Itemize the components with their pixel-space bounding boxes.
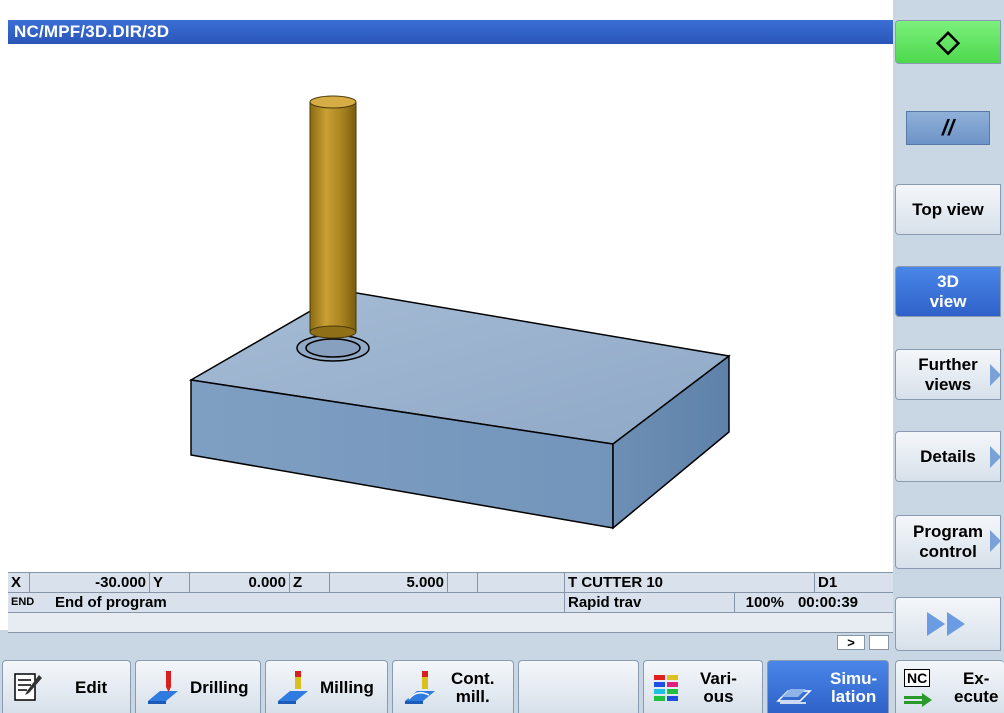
contour-milling-label-line2: mill.	[455, 686, 490, 706]
drilling-softkey[interactable]: Drilling	[135, 660, 261, 713]
edit-softkey[interactable]: Edit	[2, 660, 131, 713]
simulation-label: Simu- lation	[830, 661, 877, 713]
contour-milling-softkey[interactable]: Cont. mill.	[392, 660, 514, 713]
execute-label-line1: Ex-	[962, 668, 990, 688]
milling-label: Milling	[320, 677, 374, 697]
x-axis-label: X	[8, 573, 30, 592]
z-axis-label: Z	[290, 573, 330, 592]
execute-label: Ex- ecute	[954, 661, 998, 713]
y-axis-label: Y	[150, 573, 190, 592]
status-spacer	[448, 573, 478, 592]
top-strip	[0, 0, 1004, 20]
top-view-softkey[interactable]: Top view	[895, 184, 1001, 235]
program-control-label-line2: control	[919, 542, 977, 561]
tool-name: T CUTTER 10	[565, 573, 815, 592]
feed-mode: Rapid trav	[565, 593, 735, 612]
submenu-arrow-icon	[990, 446, 1001, 468]
3d-view-label-line1: 3D	[937, 271, 959, 291]
edit-label: Edit	[75, 677, 108, 697]
cycle-start-icon: ◇	[936, 25, 960, 58]
execute-softkey[interactable]: NC Ex- ecute	[895, 660, 1004, 713]
simulation-label-line1: Simu-	[830, 668, 878, 688]
simulation-viewport[interactable]	[8, 44, 893, 572]
various-label-line2: ous	[703, 686, 734, 706]
scroll-row: >	[8, 632, 893, 652]
edit-icon	[14, 673, 42, 701]
drilling-label: Drilling	[190, 677, 249, 697]
cutter-tool-top	[309, 95, 357, 109]
x-position-value: -30.000	[30, 573, 150, 592]
cycle-start-softkey[interactable]: ◇	[895, 20, 1001, 64]
various-label-line1: Vari-	[700, 668, 737, 688]
various-softkey[interactable]: Vari- ous	[643, 660, 763, 713]
simulation-scene	[188, 95, 731, 530]
further-views-label-line2: views	[924, 374, 972, 394]
contour-milling-label-line1: Cont.	[451, 668, 495, 688]
program-control-label-line1: Program	[913, 522, 983, 541]
override-percent: 100%	[745, 594, 784, 611]
z-position-value: 5.000	[330, 573, 448, 592]
scroll-right-button[interactable]: >	[837, 635, 865, 650]
details-label: Details	[920, 446, 976, 466]
cutter-tool-bottom	[309, 325, 357, 339]
empty-softkey[interactable]	[518, 660, 639, 713]
status-spacer-2	[478, 573, 565, 592]
drilling-icon	[148, 671, 178, 704]
further-views-label-line1: Further	[918, 354, 978, 374]
reset-icon: //	[906, 111, 990, 145]
pocket-inner	[305, 338, 361, 358]
simulation-softkey[interactable]: Simu- lation	[767, 660, 889, 713]
3d-view-label-line2: view	[929, 291, 967, 311]
next-page-softkey[interactable]	[895, 597, 1001, 651]
status-empty-row	[8, 612, 893, 632]
program-path-title: NC/MPF/3D.DIR/3D	[8, 20, 893, 44]
3d-view-softkey[interactable]: 3D view	[895, 266, 1001, 317]
various-grid-icon	[654, 675, 678, 701]
top-view-label: Top view	[912, 199, 984, 219]
further-views-softkey[interactable]: Further views	[895, 349, 1001, 400]
double-arrow-right-icon	[927, 612, 965, 636]
contour-milling-icon	[405, 671, 435, 704]
y-position-value: 0.000	[190, 573, 290, 592]
various-label: Vari- ous	[700, 661, 737, 713]
details-softkey[interactable]: Details	[895, 431, 1001, 482]
simulation-label-line2: lation	[830, 686, 877, 706]
execute-label-line2: ecute	[954, 686, 999, 706]
reset-softkey[interactable]: //	[895, 102, 1001, 154]
d-number: D1	[818, 574, 838, 591]
simulation-icon	[776, 689, 812, 704]
scroll-extra-button[interactable]	[869, 635, 889, 650]
program-control-softkey[interactable]: Program control	[895, 515, 1001, 569]
milling-softkey[interactable]: Milling	[265, 660, 388, 713]
contour-milling-label: Cont. mill.	[451, 661, 494, 713]
cutter-tool-body	[309, 101, 357, 333]
program-state-tag: END	[11, 596, 35, 608]
program-status-row: END End of program Rapid trav 100% 00:00…	[8, 592, 893, 612]
milling-icon	[278, 671, 308, 704]
submenu-arrow-icon	[990, 364, 1001, 386]
execute-arrow-icon	[904, 693, 932, 707]
position-status-row: X -30.000 Y 0.000 Z 5.000 T CUTTER 10 D1	[8, 572, 893, 592]
submenu-arrow-icon	[990, 530, 1001, 552]
nc-badge: NC	[904, 669, 931, 687]
program-message: End of program	[52, 593, 565, 612]
run-time: 00:00:39	[797, 594, 858, 611]
left-margin	[0, 20, 8, 630]
